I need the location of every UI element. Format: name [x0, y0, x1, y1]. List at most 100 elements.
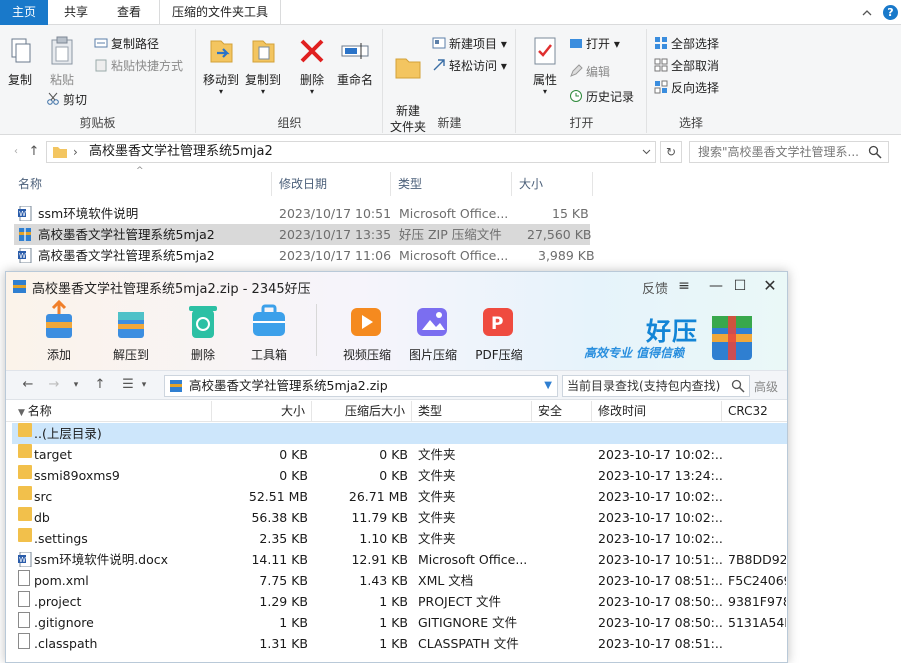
- archive-column-modified[interactable]: 修改时间: [592, 401, 722, 422]
- image-compress-button[interactable]: 图片压缩: [402, 300, 464, 363]
- archive-row-time: 2023-10-17 10:02:...: [598, 489, 722, 504]
- archive-row-type: XML 文档: [418, 573, 474, 588]
- delete-button[interactable]: 删除 ▾: [295, 35, 329, 96]
- archive-column-packed-size[interactable]: 压缩后大小: [312, 401, 412, 422]
- up-arrow-icon[interactable]: ↑: [26, 144, 42, 160]
- archive-column-name[interactable]: ▼ 名称: [12, 401, 212, 422]
- window-title: 高校墨香文学社管理系统5mja2.zip - 2345好压: [32, 282, 311, 297]
- folder-icon: [18, 423, 32, 437]
- archive-row-time: 2023-10-17 08:50:...: [598, 615, 722, 630]
- invert-selection-button[interactable]: 反向选择: [654, 78, 719, 98]
- view-mode-icon[interactable]: ☰: [120, 377, 136, 393]
- select-all-button[interactable]: 全部选择: [654, 34, 719, 54]
- archive-row[interactable]: db 56.38 KB 11.79 KB 文件夹 2023-10-17 10:02:..…: [12, 507, 787, 528]
- copy-button[interactable]: 复制: [4, 35, 36, 88]
- up-arrow-icon[interactable]: ↑: [92, 377, 108, 393]
- move-to-button[interactable]: 移动到 ▾: [201, 35, 241, 96]
- archive-row[interactable]: .classpath 1.31 KB 1 KB CLASSPATH 文件 2023-10…: [12, 633, 787, 654]
- address-dropdown-icon[interactable]: [642, 147, 651, 156]
- paste-shortcut-button[interactable]: 粘贴快捷方式: [94, 56, 183, 76]
- archive-row[interactable]: src 52.51 MB 26.71 MB 文件夹 2023-10-17 10:02:.…: [12, 486, 787, 507]
- column-size[interactable]: 大小: [513, 172, 593, 196]
- scissors-icon: [47, 92, 59, 105]
- forward-arrow-icon[interactable]: →: [46, 377, 62, 393]
- copy-label: 复制: [7, 73, 32, 87]
- address-bar[interactable]: › 高校墨香文学社管理系统5mja2: [46, 141, 656, 163]
- file-row[interactable]: W ssm环境软件说明 2023/10/17 10:51 Microsoft O…: [14, 203, 590, 224]
- expand-chevron-icon[interactable]: ‹: [8, 144, 24, 160]
- tab-compressed-tools[interactable]: 压缩的文件夹工具: [159, 0, 282, 25]
- new-item-button[interactable]: 新建项目 ▾: [432, 34, 507, 54]
- minimize-icon[interactable]: —: [706, 276, 726, 296]
- delete-tool-button[interactable]: 删除: [172, 300, 234, 363]
- tab-view[interactable]: 查看: [105, 0, 153, 25]
- properties-button[interactable]: 属性 ▾: [527, 35, 563, 96]
- archive-row[interactable]: .gitignore 1 KB 1 KB GITIGNORE 文件 2023-10-17…: [12, 612, 787, 633]
- collapse-ribbon-icon[interactable]: [862, 8, 872, 18]
- archive-column-type[interactable]: 类型: [412, 401, 532, 422]
- advanced-search-link[interactable]: 高级: [754, 378, 778, 395]
- archive-row-time: 2023-10-17 08:51:...: [598, 573, 722, 588]
- view-mode-dropdown-icon[interactable]: ▾: [136, 377, 152, 393]
- back-arrow-icon[interactable]: ←: [20, 377, 36, 393]
- path-dropdown-icon[interactable]: ▼: [544, 376, 552, 396]
- rename-button[interactable]: 重命名: [335, 35, 375, 88]
- archive-column-size[interactable]: 大小: [212, 401, 312, 422]
- search-input[interactable]: 搜索"高校墨香文学社管理系...: [689, 141, 889, 163]
- archive-row[interactable]: ssmi89oxms9 0 KB 0 KB 文件夹 2023-10-17 13:24:.…: [12, 465, 787, 486]
- tab-home[interactable]: 主页: [0, 0, 49, 25]
- extract-to-button[interactable]: 解压到: [100, 300, 162, 363]
- menu-icon[interactable]: ≡: [674, 276, 694, 296]
- copy-to-button[interactable]: 复制到 ▾: [243, 35, 283, 96]
- archive-column-security[interactable]: 安全: [532, 401, 592, 422]
- toolbox-button[interactable]: 工具箱: [238, 300, 300, 363]
- help-icon[interactable]: ?: [883, 5, 898, 20]
- archive-row[interactable]: pom.xml 7.75 KB 1.43 KB XML 文档 2023-10-17 08…: [12, 570, 787, 591]
- archive-search-input[interactable]: 当前目录查找(支持包内查找): [562, 375, 750, 397]
- column-name[interactable]: 名称: [12, 172, 272, 196]
- open-button[interactable]: 打开 ▾: [569, 34, 620, 54]
- archive-row[interactable]: Wssm环境软件说明.docx 14.11 KB 12.91 KB Microsoft…: [12, 549, 787, 570]
- archive-row-type: Microsoft Office...: [418, 552, 528, 567]
- history-dropdown-icon[interactable]: ▾: [68, 377, 84, 393]
- archive-row-type: 文件夹: [418, 531, 456, 546]
- archive-row-packed: 26.71 MB: [348, 489, 408, 504]
- parent-directory-row[interactable]: ..(上层目录): [12, 423, 787, 444]
- paste-button[interactable]: 粘贴: [44, 35, 80, 88]
- column-type[interactable]: 类型: [392, 172, 512, 196]
- copy-path-button[interactable]: 复制路径: [94, 34, 159, 54]
- video-compress-button[interactable]: 视频压缩: [336, 300, 398, 363]
- archive-row-size: 1.31 KB: [259, 636, 308, 651]
- edit-button[interactable]: 编辑: [569, 62, 610, 82]
- haozip-brand-logo-icon: [712, 316, 752, 360]
- feedback-link[interactable]: 反馈: [642, 278, 668, 297]
- archive-row-time: 2023-10-17 13:24:...: [598, 468, 722, 483]
- archive-row[interactable]: .project 1.29 KB 1 KB PROJECT 文件 2023-10-17 …: [12, 591, 787, 612]
- add-tool-button[interactable]: 添加: [28, 300, 90, 363]
- archive-column-crc32[interactable]: CRC32: [722, 401, 787, 422]
- cut-button[interactable]: 剪切: [46, 90, 87, 110]
- archive-row-name: pom.xml: [34, 573, 89, 588]
- pdf-compress-button[interactable]: P PDF压缩: [468, 300, 530, 363]
- archive-row[interactable]: target 0 KB 0 KB 文件夹 2023-10-17 10:02:...: [12, 444, 787, 465]
- select-none-button[interactable]: 全部取消: [654, 56, 719, 76]
- new-item-icon: [432, 37, 446, 49]
- archive-row-name: .settings: [34, 531, 88, 546]
- organize-group: 移动到 ▾ 复制到 ▾ 删除 ▾ 重命名 组织: [197, 29, 383, 133]
- column-date[interactable]: 修改日期: [273, 172, 391, 196]
- archive-row-name: db: [34, 510, 50, 525]
- archive-path: 高校墨香文学社管理系统5mja2.zip: [189, 378, 388, 393]
- archive-row[interactable]: .settings 2.35 KB 1.10 KB 文件夹 2023-10-17 10:…: [12, 528, 787, 549]
- archive-path-bar[interactable]: 高校墨香文学社管理系统5mja2.zip ▼: [164, 375, 558, 397]
- archive-row-crc: 5131A54F: [728, 615, 786, 630]
- file-row[interactable]: W 高校墨香文学社管理系统5mja2 2023/10/17 11:06 Micr…: [14, 245, 595, 266]
- tab-share[interactable]: 共享: [52, 0, 100, 25]
- refresh-icon[interactable]: ↻: [660, 141, 682, 163]
- file-row-selected[interactable]: 高校墨香文学社管理系统5mja2 2023/10/17 13:35 好压 ZIP…: [14, 224, 591, 245]
- maximize-icon[interactable]: ☐: [730, 276, 750, 296]
- address-row: ‹ ↑ › 高校墨香文学社管理系统5mja2 ↻ 搜索"高校墨香文学社管理系..…: [0, 136, 901, 168]
- clipboard-group: 复制 粘贴 复制路径 粘贴快捷方式 剪切 剪贴板: [0, 29, 196, 133]
- easy-access-button[interactable]: 轻松访问 ▾: [432, 56, 507, 76]
- history-button[interactable]: 历史记录: [569, 87, 634, 107]
- close-icon[interactable]: ✕: [760, 276, 780, 296]
